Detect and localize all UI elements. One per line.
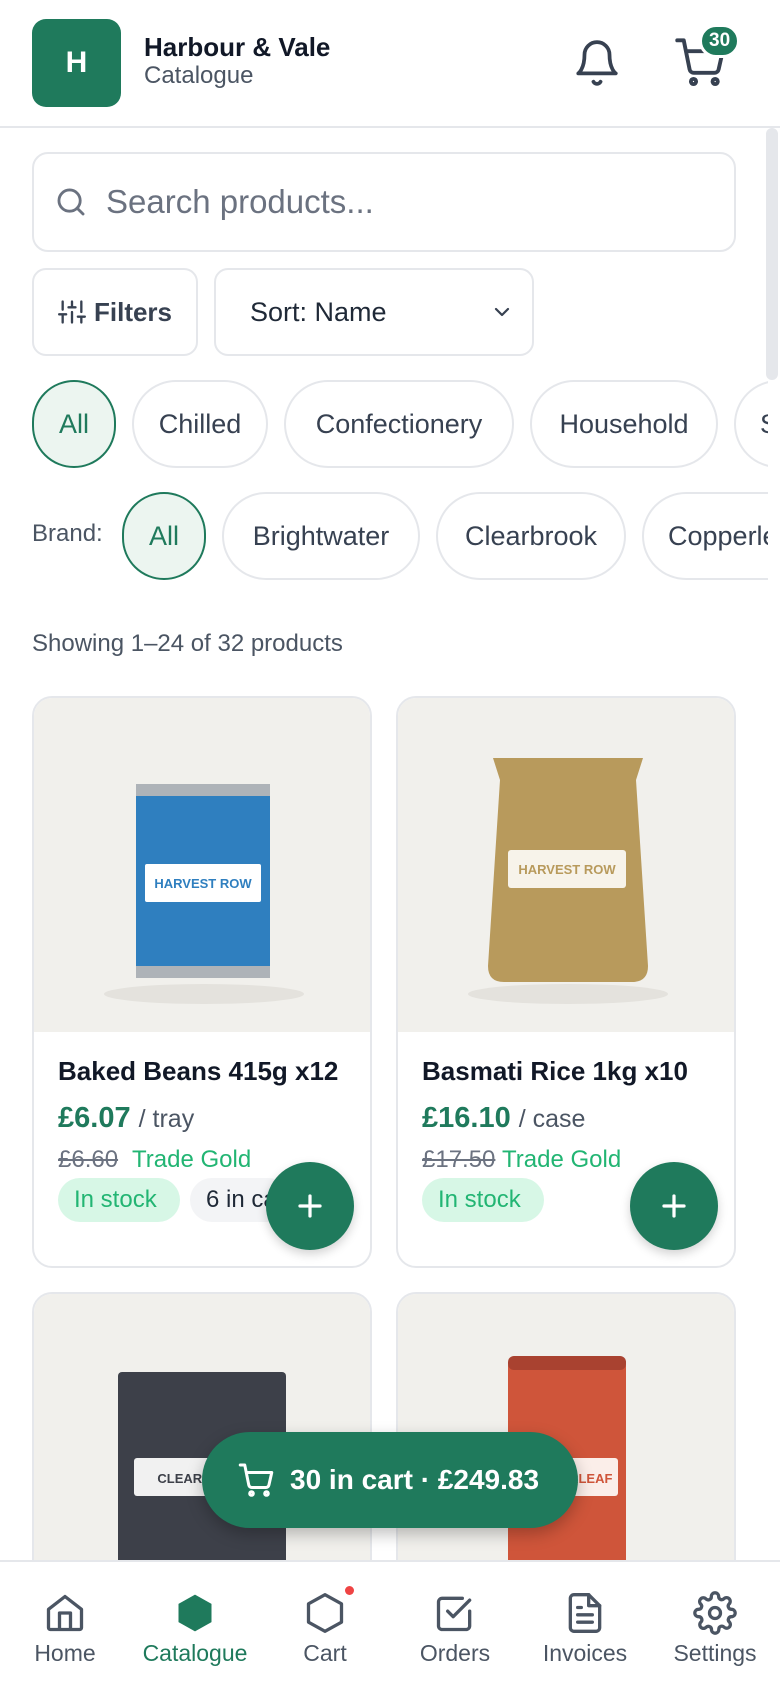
category-chip-more[interactable]: S: [734, 380, 768, 468]
product-tier: Trade Gold: [502, 1146, 622, 1173]
nav-home[interactable]: Home: [0, 1562, 130, 1688]
product-name: Basmati Rice 1kg x10: [422, 1056, 688, 1086]
brand-chip-brightwater[interactable]: Brightwater: [222, 492, 420, 580]
product-price: £6.07 / tray: [58, 1102, 195, 1134]
nav-cart[interactable]: Cart: [260, 1562, 390, 1688]
home-icon: [46, 1594, 84, 1632]
brand-name: Harbour & Vale: [144, 32, 331, 62]
product-unit: / case: [518, 1105, 586, 1133]
search-icon: [57, 188, 85, 216]
category-chips: All Chilled Confectionery Household S: [0, 374, 768, 474]
search-input[interactable]: [106, 183, 706, 221]
filters-button[interactable]: Filters: [32, 268, 198, 356]
hexagon-icon: [178, 1594, 212, 1632]
cart-icon: [238, 1463, 274, 1497]
results-count: Showing 1–24 of 32 products: [32, 630, 343, 657]
brand-chip-clearbrook[interactable]: Clearbrook: [436, 492, 626, 580]
stock-badge: In stock: [58, 1178, 180, 1222]
nav-settings[interactable]: Settings: [650, 1562, 780, 1688]
bottom-nav: Home Catalogue Cart Orders Invoices Sett…: [0, 1560, 780, 1688]
category-chip-household[interactable]: Household: [530, 380, 718, 468]
brand-logo[interactable]: H: [32, 19, 121, 107]
product-card[interactable]: HARVEST ROW Basmati Rice 1kg x10 £16.10 …: [396, 696, 736, 1268]
product-price: £16.10 / case: [422, 1102, 586, 1134]
product-old-price: £17.50: [422, 1146, 496, 1173]
cart-summary-label: 30 in cart · £249.83: [290, 1464, 540, 1495]
sack-label: HARVEST ROW: [518, 862, 616, 877]
add-to-cart-button[interactable]: [266, 1162, 354, 1250]
search-box[interactable]: [32, 152, 736, 252]
hexagon-outline-icon: [306, 1593, 344, 1633]
product-tier: Trade Gold: [132, 1146, 252, 1173]
category-chip-all[interactable]: All: [32, 380, 116, 468]
product-old-price: £6.60: [58, 1146, 119, 1173]
cart-count-badge: 30: [699, 24, 741, 58]
document-icon: [568, 1593, 602, 1633]
nav-cart-label: Cart: [303, 1640, 347, 1666]
can-label: HARVEST ROW: [154, 876, 252, 891]
filters-label: Filters: [93, 296, 173, 327]
can-illustration: HARVEST ROW: [104, 784, 304, 1004]
stock-badge: In stock: [422, 1178, 544, 1222]
nav-catalogue-label: Catalogue: [142, 1640, 248, 1666]
brand-chip-copperleaf[interactable]: Copperleaf: [642, 492, 768, 580]
checkbox-icon: [436, 1596, 472, 1632]
brand-subtitle: Catalogue: [144, 62, 254, 89]
cart-notification-dot: [345, 1586, 354, 1595]
nav-catalogue[interactable]: Catalogue: [130, 1562, 260, 1688]
scrollbar[interactable]: [766, 128, 778, 380]
product-name: Baked Beans 415g x12: [58, 1056, 339, 1086]
nav-invoices[interactable]: Invoices: [520, 1562, 650, 1688]
nav-settings-label: Settings: [673, 1640, 757, 1666]
product-image: HARVEST ROW: [398, 698, 734, 1032]
nav-orders[interactable]: Orders: [390, 1562, 520, 1688]
category-chip-chilled[interactable]: Chilled: [132, 380, 268, 468]
nav-invoices-label: Invoices: [542, 1640, 628, 1666]
sort-label: Sort: Name: [250, 296, 387, 327]
category-chip-confectionery[interactable]: Confectionery: [284, 380, 514, 468]
nav-orders-label: Orders: [419, 1640, 491, 1666]
product-unit: / tray: [138, 1105, 195, 1133]
brand-chips: All Brightwater Clearbrook Copperleaf: [0, 486, 768, 586]
bell-icon[interactable]: [572, 38, 622, 88]
app-header: H Harbour & Vale Catalogue 30: [0, 0, 780, 128]
gear-icon: [693, 1591, 737, 1635]
sort-select[interactable]: Sort: Name: [214, 268, 534, 356]
cart-summary-button[interactable]: 30 in cart · £249.83: [202, 1432, 578, 1528]
sack-illustration: HARVEST ROW: [468, 758, 668, 1004]
plus-icon: [662, 1194, 686, 1218]
product-image: HARVEST ROW: [34, 698, 370, 1032]
nav-home-label: Home: [34, 1640, 96, 1666]
brand-chip-all[interactable]: All: [122, 492, 206, 580]
chevron-down-icon: [494, 307, 510, 317]
add-to-cart-button[interactable]: [630, 1162, 718, 1250]
sliders-icon: [57, 300, 86, 324]
plus-icon: [298, 1194, 322, 1218]
product-card[interactable]: HARVEST ROW Baked Beans 415g x12 £6.07 /…: [32, 696, 372, 1268]
